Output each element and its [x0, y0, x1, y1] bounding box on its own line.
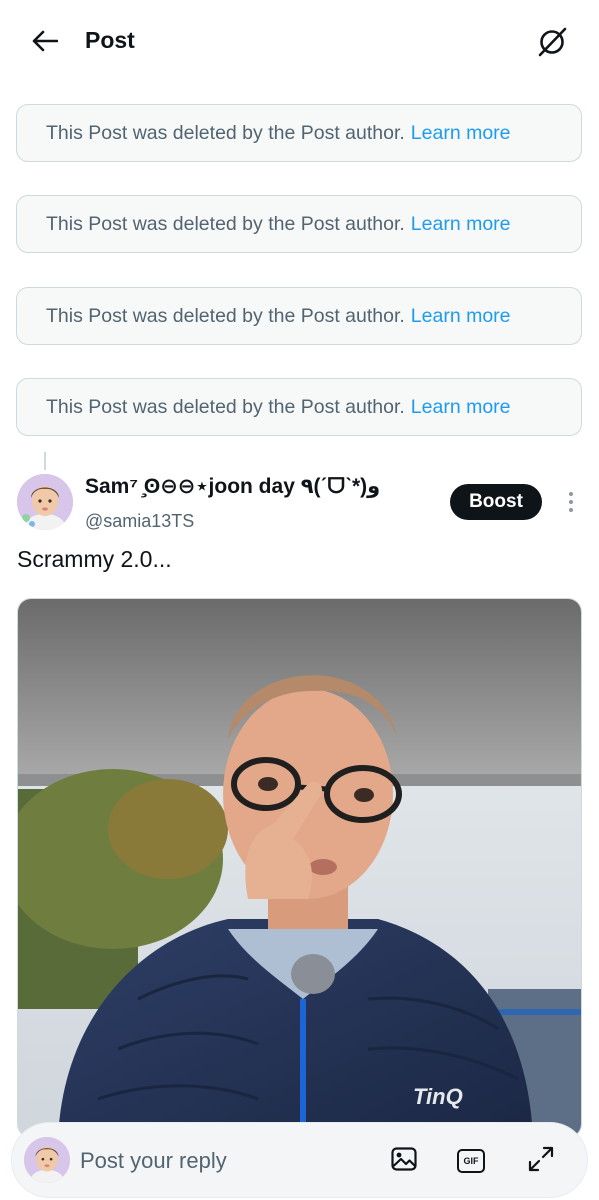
deleted-post-notice: This Post was deleted by the Post author… — [16, 195, 582, 253]
image-icon — [390, 1145, 418, 1178]
more-dot — [569, 500, 573, 504]
avatar — [24, 1137, 70, 1183]
expand-icon — [527, 1145, 555, 1178]
learn-more-link[interactable]: Learn more — [411, 213, 511, 236]
slashed-circle-icon — [536, 26, 568, 63]
post-text: Scrammy 2.0... — [17, 546, 172, 572]
add-photo-button[interactable] — [388, 1145, 420, 1177]
post-image[interactable]: TinQ — [17, 598, 582, 1138]
author-handle[interactable]: @samia13TS — [85, 511, 194, 532]
learn-more-link[interactable]: Learn more — [411, 396, 511, 419]
reply-composer-bar: GIF — [12, 1123, 587, 1197]
boost-button[interactable]: Boost — [450, 484, 542, 520]
slashed-circle-button[interactable] — [534, 26, 570, 62]
deleted-post-notice: This Post was deleted by the Post author… — [16, 378, 582, 436]
expand-composer-button[interactable] — [525, 1145, 557, 1177]
add-gif-button[interactable]: GIF — [455, 1145, 487, 1177]
jacket-logo-text: TinQ — [413, 1084, 463, 1109]
thread-connector-line — [44, 452, 46, 470]
back-button[interactable] — [28, 26, 62, 60]
learn-more-link[interactable]: Learn more — [411, 305, 511, 328]
gif-label: GIF — [463, 1156, 479, 1166]
more-dot — [569, 492, 573, 496]
more-dot — [569, 508, 573, 512]
reply-input[interactable] — [80, 1147, 350, 1175]
deleted-post-notice: This Post was deleted by the Post author… — [16, 104, 582, 162]
deleted-post-message: This Post was deleted by the Post author… — [46, 121, 405, 144]
avatar[interactable] — [17, 474, 73, 530]
arrow-left-icon — [32, 30, 59, 57]
more-options-button[interactable] — [560, 488, 582, 516]
top-app-bar: Post — [0, 0, 599, 86]
learn-more-link[interactable]: Learn more — [411, 122, 511, 145]
deleted-post-message: This Post was deleted by the Post author… — [46, 212, 405, 235]
deleted-post-message: This Post was deleted by the Post author… — [46, 304, 405, 327]
author-display-name[interactable]: Sam⁷ ̧ʘ⊖⊖⋆joon day ٩(ˊᗜˋ*)و — [85, 474, 380, 499]
gif-icon: GIF — [457, 1149, 485, 1173]
deleted-post-notice: This Post was deleted by the Post author… — [16, 287, 582, 345]
deleted-post-message: This Post was deleted by the Post author… — [46, 395, 405, 418]
page-title: Post — [85, 27, 135, 53]
